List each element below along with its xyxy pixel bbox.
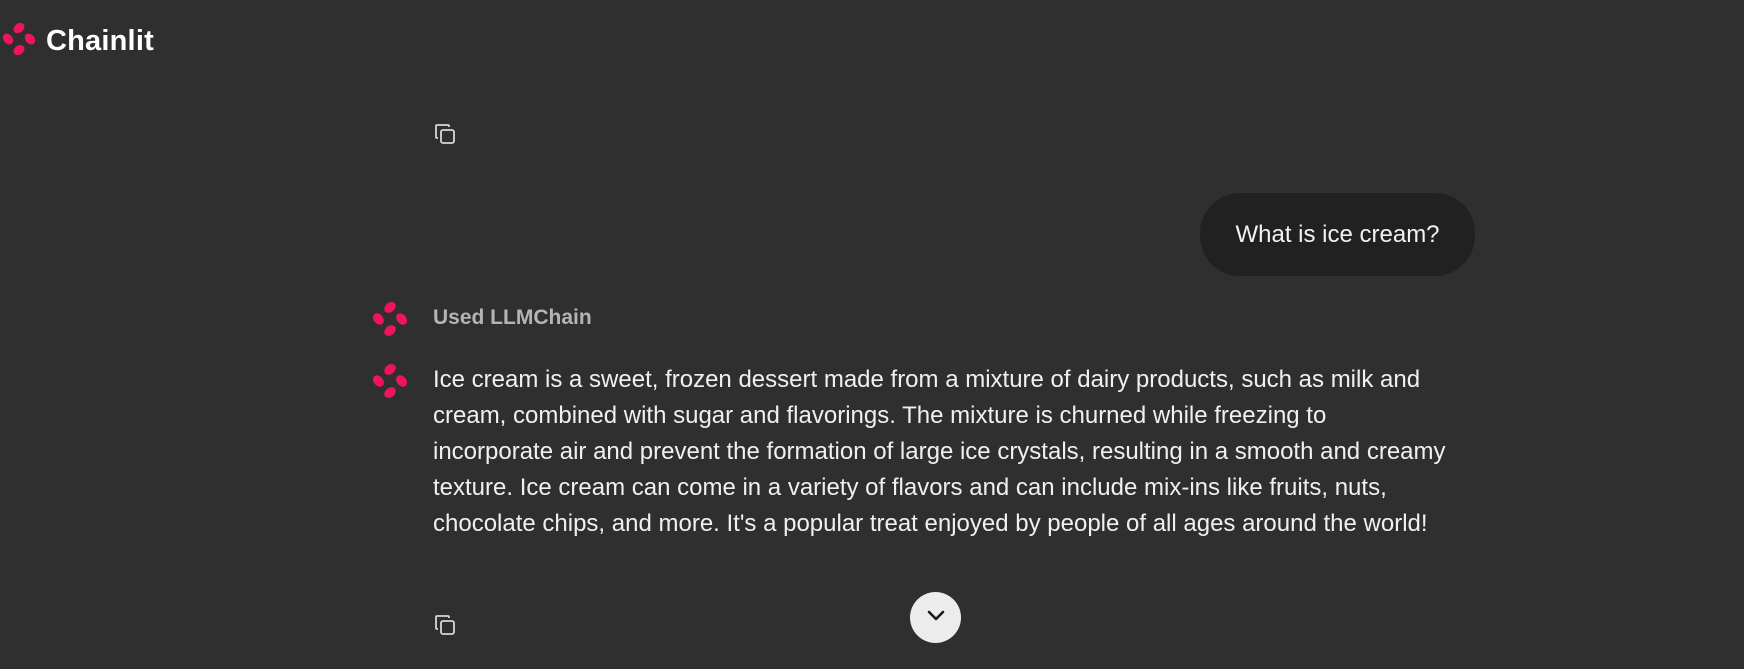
copy-icon [433, 613, 457, 642]
chat-page: Chainlit What is ice cream? Used LLMChai… [0, 0, 1744, 669]
chainlit-logo-icon [0, 20, 38, 63]
chevron-down-icon [924, 603, 948, 632]
chainlit-logo-icon [370, 363, 410, 405]
chainlit-logo-icon [370, 301, 410, 343]
user-message-bubble: What is ice cream? [1200, 193, 1475, 276]
app-name: Chainlit [46, 25, 154, 57]
step-label-llmchain[interactable]: Used LLMChain [433, 306, 592, 330]
user-message-text: What is ice cream? [1235, 220, 1440, 248]
copy-button[interactable] [431, 613, 459, 641]
assistant-avatar [370, 299, 410, 339]
copy-icon [433, 122, 457, 151]
scroll-to-bottom-button[interactable] [910, 592, 961, 643]
header-brand: Chainlit [0, 20, 154, 63]
copy-button[interactable] [431, 122, 459, 150]
assistant-avatar [370, 361, 410, 401]
assistant-message-text: Ice cream is a sweet, frozen dessert mad… [433, 366, 1446, 537]
